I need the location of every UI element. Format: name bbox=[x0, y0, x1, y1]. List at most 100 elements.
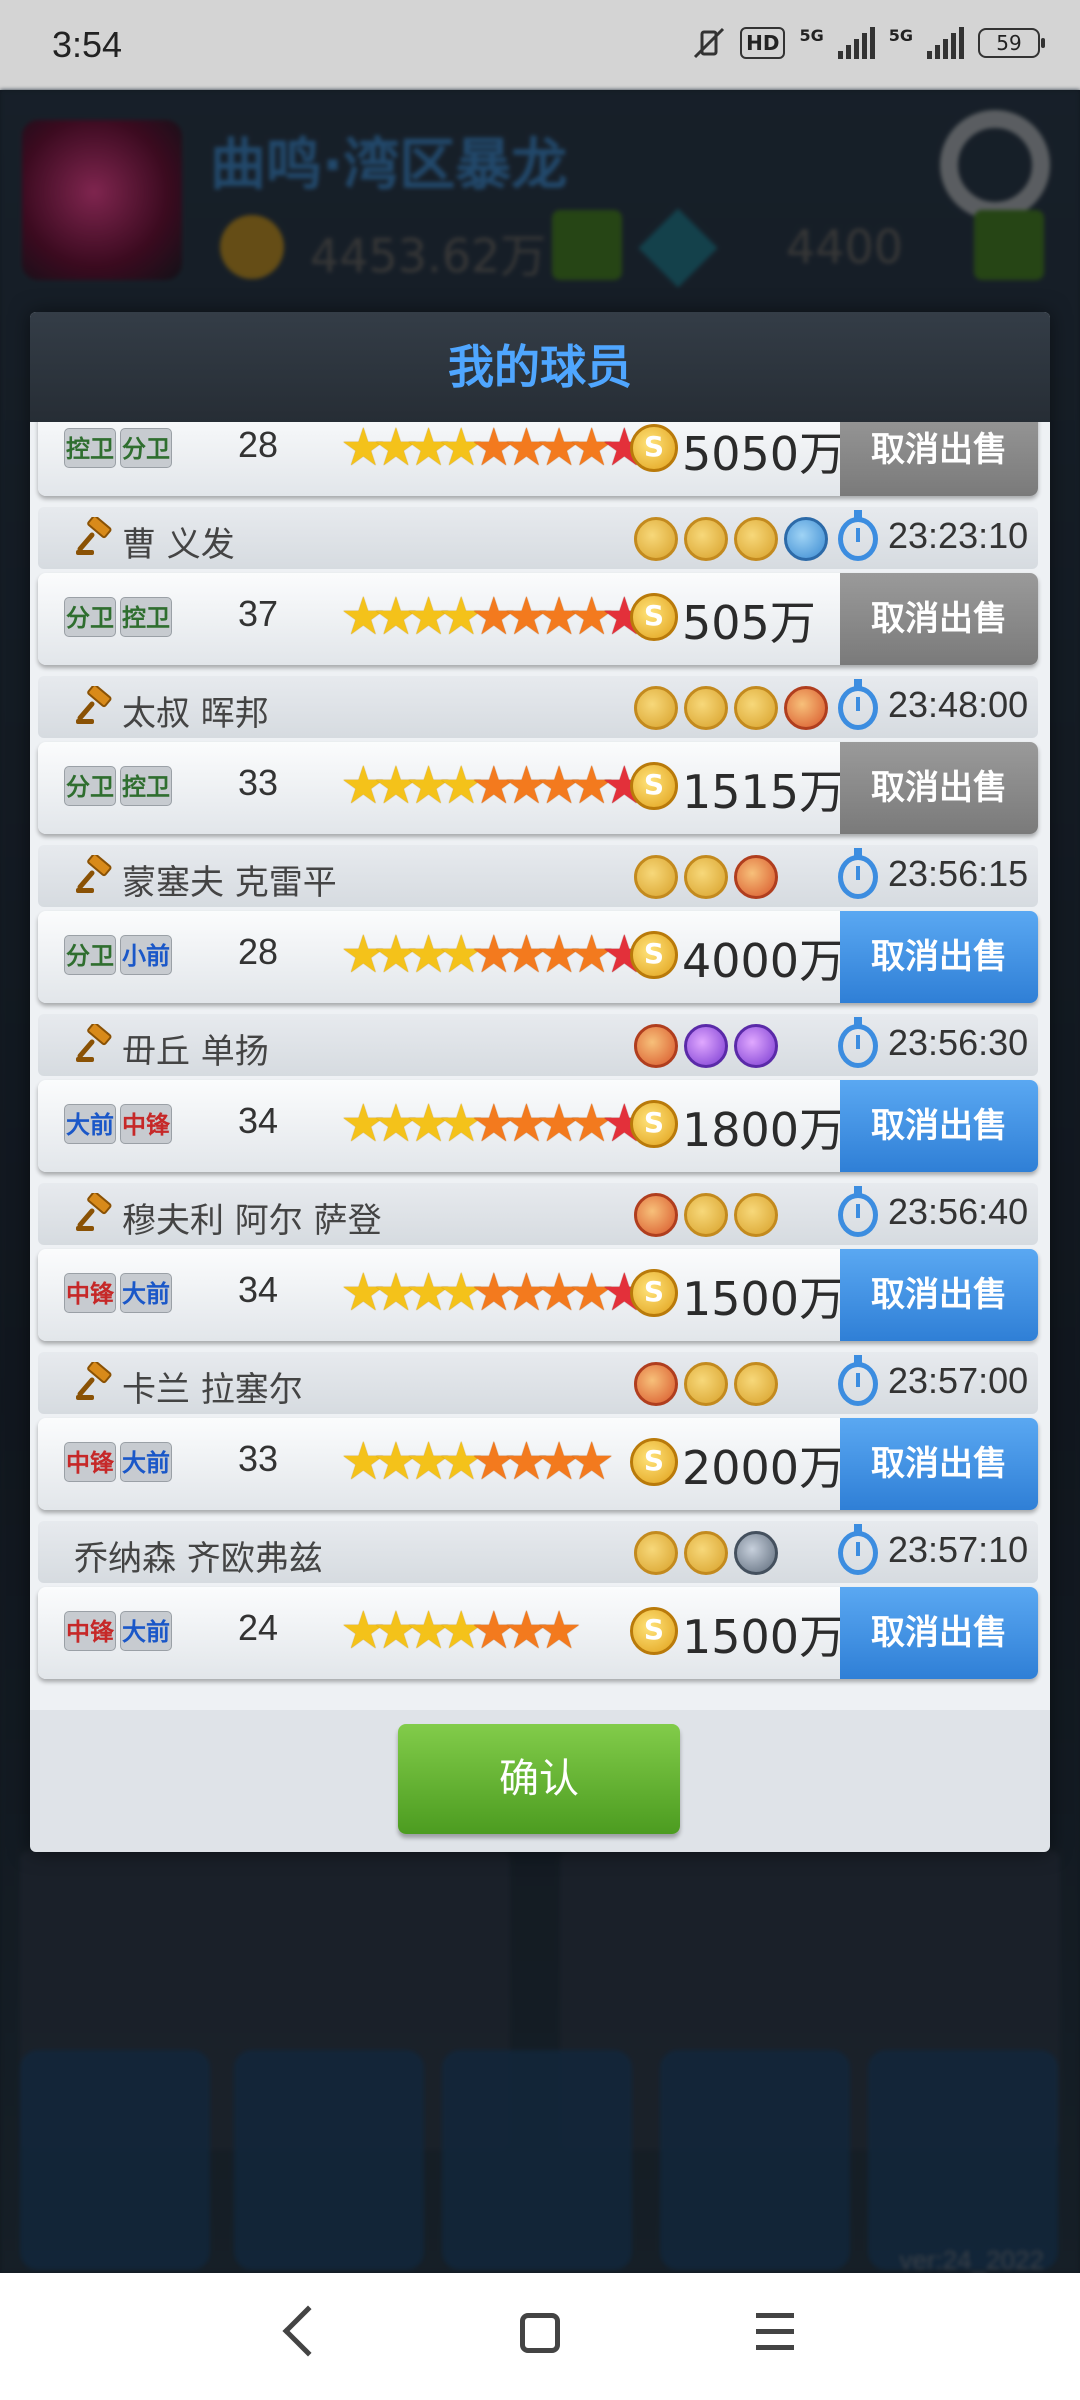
skill-badge-icon[interactable] bbox=[684, 855, 728, 899]
player-detail-row[interactable]: 分卫控卫 33 ★★★★★★★★★★S1515万取消出售 bbox=[38, 742, 1038, 834]
player-rating-stars: ★ ★ ★ ★ ★ ★ ★ ★ ★ bbox=[340, 1098, 648, 1150]
player-detail-row[interactable]: 控卫 分卫 28 ★ ★ ★ ★ ★ ★ ★ ★ ★ S 5050万 取消出售 bbox=[38, 422, 1038, 496]
skill-badge-icon[interactable] bbox=[734, 517, 778, 561]
skill-badge-icon[interactable] bbox=[784, 686, 828, 730]
cancel-sale-button[interactable]: 取消出售 bbox=[840, 1587, 1038, 1679]
position-tag: 中锋 bbox=[64, 1611, 116, 1651]
player-name: 毌丘 单扬 bbox=[122, 1032, 269, 1072]
player-detail-row[interactable]: 中锋 大前 34 ★ ★ ★ ★ ★ ★ ★ ★ ★ S 1500万 取消出售 bbox=[38, 1249, 1038, 1341]
gavel-icon bbox=[74, 515, 114, 557]
sale-price: 505万 bbox=[682, 596, 816, 650]
stopwatch-icon bbox=[838, 1355, 878, 1406]
player-name: 卡兰 拉塞尔 bbox=[122, 1370, 303, 1410]
player-age: 28 bbox=[238, 931, 279, 972]
player-positions: 分卫 控卫 bbox=[64, 597, 172, 637]
confirm-button[interactable]: 确认 bbox=[398, 1724, 680, 1834]
dialog-title: 我的球员 bbox=[448, 340, 632, 394]
cancel-sale-button[interactable]: 取消出售 bbox=[840, 911, 1038, 1003]
player-list[interactable]: 控卫 分卫 28 ★ ★ ★ ★ ★ ★ ★ ★ ★ S 5050万 取消出售曹 义发 23:23:10 分卫控… bbox=[30, 422, 1050, 1710]
skill-badges bbox=[634, 1193, 778, 1237]
sale-price: 5050万 bbox=[682, 427, 846, 481]
player-name: 乔纳森 齐欧弗兹 bbox=[74, 1539, 323, 1579]
gavel-icon bbox=[74, 1360, 114, 1402]
skill-badge-icon[interactable] bbox=[684, 1024, 728, 1068]
sale-price: 1800万 bbox=[682, 1103, 846, 1157]
recents-menu-icon[interactable] bbox=[756, 2313, 794, 2353]
gavel-icon bbox=[74, 1022, 114, 1064]
cancel-sale-button[interactable]: 取消出售 bbox=[840, 573, 1038, 665]
cancel-sale-button[interactable]: 取消出售 bbox=[840, 1249, 1038, 1341]
stopwatch-icon bbox=[838, 1524, 878, 1575]
skill-badge-icon[interactable] bbox=[684, 1531, 728, 1575]
player-name-row: 太叔 晖邦 23:48:00 bbox=[38, 676, 1038, 738]
skill-badges bbox=[634, 1024, 778, 1068]
position-tag: 分卫 bbox=[64, 597, 116, 637]
stopwatch-icon bbox=[838, 1017, 878, 1068]
player-name: 太叔 晖邦 bbox=[122, 694, 269, 734]
skill-badge-icon[interactable] bbox=[634, 855, 678, 899]
position-tag: 分卫 bbox=[64, 766, 116, 806]
cancel-sale-button[interactable]: 取消出售 bbox=[840, 422, 1038, 496]
cancel-sale-button[interactable]: 取消出售 bbox=[840, 1080, 1038, 1172]
coin-icon: S bbox=[630, 424, 678, 472]
skill-badge-icon[interactable] bbox=[734, 1531, 778, 1575]
skill-badge-icon[interactable] bbox=[634, 1193, 678, 1237]
player-row: 太叔 晖邦 23:48:00 分卫控卫 33 ★★★★★★★★★★S1515万取消出售 bbox=[30, 668, 1050, 837]
system-nav-bar bbox=[0, 2273, 1080, 2400]
player-positions: 中锋 大前 bbox=[64, 1273, 172, 1313]
player-positions: 分卫 控卫 bbox=[64, 766, 172, 806]
player-positions: 中锋 大前 bbox=[64, 1611, 172, 1651]
skill-badge-icon[interactable] bbox=[634, 1531, 678, 1575]
battery-icon: 59 bbox=[978, 28, 1045, 58]
player-detail-row[interactable]: 大前 中锋 34 ★ ★ ★ ★ ★ ★ ★ ★ ★ S 1800万 取消出售 bbox=[38, 1080, 1038, 1172]
player-age: 37 bbox=[238, 593, 279, 634]
skill-badge-icon[interactable] bbox=[634, 1024, 678, 1068]
player-detail-row[interactable]: 分卫 小前 28 ★ ★ ★ ★ ★ ★ ★ ★ ★ S 4000万 取消出售 bbox=[38, 911, 1038, 1003]
position-tag: 控卫 bbox=[64, 428, 116, 468]
player-row: 卡兰 拉塞尔 23:57:00 中锋 大前 33 ★ ★ ★ ★ ★ ★ ★ ★ S 2000万 取消出售 bbox=[30, 1344, 1050, 1513]
skill-badge-icon[interactable] bbox=[684, 517, 728, 561]
skill-badge-icon[interactable] bbox=[634, 517, 678, 561]
player-age: 24 bbox=[238, 1607, 279, 1648]
back-icon[interactable] bbox=[282, 2305, 334, 2357]
position-tag: 控卫 bbox=[120, 766, 172, 806]
player-rating-stars: ★ ★ ★ ★ ★ ★ ★ ★ ★ bbox=[340, 591, 648, 643]
cancel-sale-button[interactable]: 取消出售 bbox=[840, 1418, 1038, 1510]
player-detail-row[interactable]: 分卫 控卫 37 ★ ★ ★ ★ ★ ★ ★ ★ ★ S 505万 取消出售 bbox=[38, 573, 1038, 665]
coin-icon: S bbox=[630, 593, 678, 641]
skill-badges bbox=[634, 855, 778, 899]
home-icon[interactable] bbox=[520, 2313, 560, 2353]
skill-badge-icon[interactable] bbox=[734, 1193, 778, 1237]
player-name-row: 乔纳森 齐欧弗兹 23:57:10 bbox=[38, 1521, 1038, 1583]
skill-badge-icon[interactable] bbox=[734, 855, 778, 899]
skill-badge-icon[interactable] bbox=[784, 517, 828, 561]
skill-badge-icon[interactable] bbox=[734, 1362, 778, 1406]
position-tag: 控卫 bbox=[120, 597, 172, 637]
stopwatch-icon bbox=[838, 848, 878, 899]
skill-badge-icon[interactable] bbox=[734, 686, 778, 730]
sale-timer: 23:56:30 bbox=[888, 1022, 1029, 1063]
position-tag: 中锋 bbox=[64, 1273, 116, 1313]
skill-badge-icon[interactable] bbox=[684, 1362, 728, 1406]
player-detail-row[interactable]: 中锋 大前 24 ★ ★ ★ ★ ★ ★ ★ S 1500万 取消出售 bbox=[38, 1587, 1038, 1679]
stopwatch-icon bbox=[838, 1186, 878, 1237]
skill-badges bbox=[634, 1531, 778, 1575]
position-tag: 中锋 bbox=[120, 1104, 172, 1144]
skill-badge-icon[interactable] bbox=[684, 686, 728, 730]
coin-icon: S bbox=[630, 1100, 678, 1148]
cancel-sale-button[interactable]: 取消出售 bbox=[840, 742, 1038, 834]
star-icon: ★ bbox=[535, 1601, 583, 1661]
sale-price: 1500万 bbox=[682, 1272, 846, 1326]
player-name-row: 蒙塞夫 克雷平 23:56:15 bbox=[38, 845, 1038, 907]
player-row: 曹 义发 23:23:10 分卫 控卫 37 ★ ★ ★ ★ ★ ★ ★ ★ ★ S 505万 取消出售 bbox=[30, 499, 1050, 668]
skill-badge-icon[interactable] bbox=[734, 1024, 778, 1068]
skill-badge-icon[interactable] bbox=[634, 1362, 678, 1406]
coin-icon: S bbox=[630, 1269, 678, 1317]
player-detail-row[interactable]: 中锋 大前 33 ★ ★ ★ ★ ★ ★ ★ ★ S 2000万 取消出售 bbox=[38, 1418, 1038, 1510]
dialog-header: 我的球员 bbox=[30, 312, 1050, 422]
gavel-icon bbox=[74, 684, 114, 726]
skill-badge-icon[interactable] bbox=[634, 686, 678, 730]
skill-badge-icon[interactable] bbox=[684, 1193, 728, 1237]
position-tag: 小前 bbox=[120, 935, 172, 975]
sale-timer: 23:23:10 bbox=[888, 515, 1029, 556]
